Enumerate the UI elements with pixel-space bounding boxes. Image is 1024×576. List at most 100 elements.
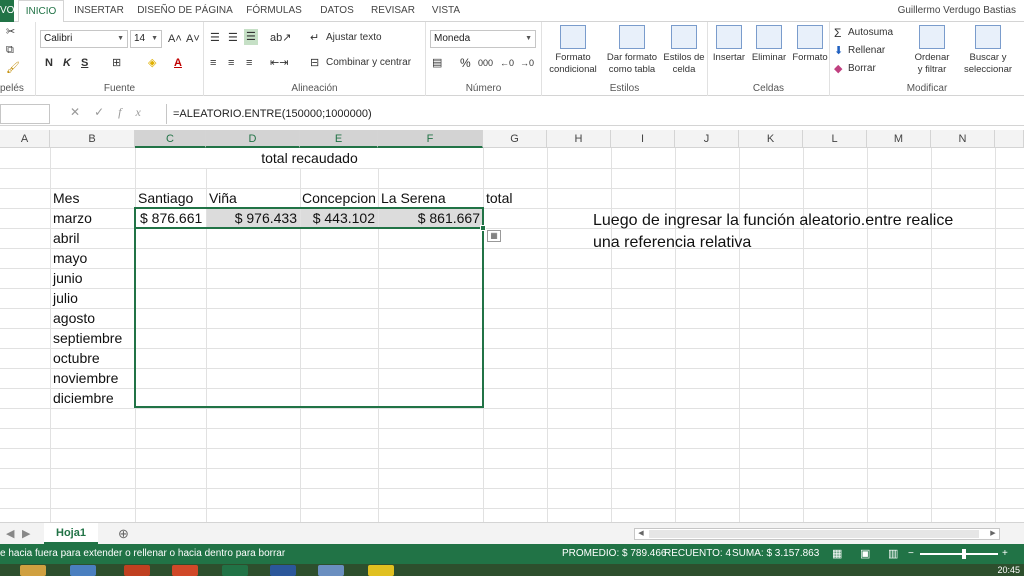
merge-center-icon[interactable]: ⊟ (310, 55, 319, 71)
tab-revisar[interactable]: REVISAR (368, 0, 418, 22)
month-cell[interactable]: noviembre (53, 368, 118, 388)
tab-insertar[interactable]: INSERTAR (70, 0, 128, 22)
format-painter-icon[interactable]: 🖌 (6, 60, 20, 76)
word-taskbar-icon[interactable] (270, 565, 296, 576)
header-vina[interactable]: Viña (209, 188, 237, 208)
cut-icon[interactable]: ✂ (6, 24, 15, 40)
wrap-text-icon[interactable]: ↵ (310, 30, 319, 46)
shrink-font-icon[interactable]: A˅ (186, 31, 200, 47)
format-button[interactable]: Formato (790, 25, 830, 64)
autosum-icon[interactable]: Σ (834, 25, 841, 41)
underline-button[interactable]: S (81, 55, 88, 71)
column-header-D[interactable]: D (206, 130, 300, 148)
excel-taskbar-icon[interactable] (222, 565, 248, 576)
fill-handle[interactable] (480, 225, 486, 231)
scroll-left-arrow-icon[interactable]: ◀ (635, 529, 647, 539)
powerpoint-taskbar-icon[interactable] (172, 565, 198, 576)
grow-font-icon[interactable]: A˄ (168, 31, 182, 47)
month-cell[interactable]: julio (53, 288, 78, 308)
app-taskbar-icon[interactable] (318, 565, 344, 576)
wrap-text-button[interactable]: Ajustar texto (326, 30, 382, 46)
find-select-button[interactable]: Buscar y seleccionar (958, 25, 1018, 76)
month-cell[interactable]: agosto (53, 308, 95, 328)
column-header-B[interactable]: B (50, 130, 135, 148)
column-header-G[interactable]: G (483, 130, 547, 148)
merge-center-button[interactable]: Combinar y centrar (326, 55, 411, 71)
note-line-2[interactable]: una referencia relativa (593, 232, 751, 254)
font-color-icon[interactable]: A (174, 55, 182, 71)
fill-icon[interactable]: ⬇ (834, 43, 843, 59)
borders-icon[interactable]: ⊞ (112, 55, 121, 71)
scroll-right-arrow-icon[interactable]: ▶ (987, 529, 999, 539)
column-header-H[interactable]: H (547, 130, 611, 148)
zoom-in-icon[interactable]: + (1002, 544, 1008, 564)
auto-fill-options-icon[interactable]: ▦ (487, 230, 501, 242)
name-box[interactable] (0, 104, 50, 124)
align-left-icon[interactable]: ≡ (210, 55, 216, 71)
column-header-F[interactable]: F (378, 130, 483, 148)
column-header-N[interactable]: N (931, 130, 995, 148)
column-header-I[interactable]: I (611, 130, 675, 148)
sheet-title[interactable]: total recaudado (206, 148, 413, 168)
delete-button[interactable]: Eliminar (748, 25, 790, 64)
autosum-button[interactable]: Autosuma (848, 25, 893, 41)
status-count[interactable]: RECUENTO: 4 (664, 544, 731, 564)
header-santiago[interactable]: Santiago (138, 188, 193, 208)
horizontal-scrollbar[interactable]: ◀ ▶ (634, 528, 1000, 540)
clear-icon[interactable]: ◆ (834, 61, 842, 77)
header-la-serena[interactable]: La Serena (381, 188, 446, 208)
month-cell[interactable]: septiembre (53, 328, 122, 348)
header-concepcion[interactable]: Concepcion (302, 188, 376, 208)
align-middle-icon[interactable]: ☰ (228, 30, 238, 46)
percent-button[interactable]: % (460, 55, 471, 71)
normal-view-icon[interactable]: ▦ (832, 544, 842, 564)
copy-icon[interactable]: ⧉ (6, 42, 14, 58)
scroll-sheets-left-icon[interactable]: ◀ (6, 526, 14, 542)
month-cell[interactable]: octubre (53, 348, 100, 368)
worksheet-grid[interactable]: A B C D E F G H I J K L M N total recaud… (0, 130, 1024, 522)
format-as-table-button[interactable]: Dar formato como tabla (602, 25, 662, 76)
font-size-select[interactable]: 14 ▼ (130, 30, 162, 48)
align-bottom-icon[interactable]: ☰ (244, 29, 258, 45)
column-header-L[interactable]: L (803, 130, 867, 148)
browser-taskbar-icon[interactable] (70, 565, 96, 576)
note-line-1[interactable]: Luego de ingresar la función aleatorio.e… (593, 210, 953, 232)
header-total[interactable]: total (486, 188, 512, 208)
fill-button[interactable]: Rellenar (848, 43, 885, 59)
sort-filter-button[interactable]: Ordenar y filtrar (906, 25, 958, 76)
status-average[interactable]: PROMEDIO: $ 789.466 (562, 544, 667, 564)
column-header-E[interactable]: E (300, 130, 378, 148)
formula-input[interactable]: =ALEATORIO.ENTRE(150000;1000000) (166, 104, 1024, 124)
increase-decimal-icon[interactable]: ←0 (500, 55, 514, 71)
zoom-slider-thumb[interactable] (962, 549, 966, 559)
align-top-icon[interactable]: ☰ (210, 30, 220, 46)
user-name[interactable]: Guillermo Verdugo Bastias (898, 0, 1016, 22)
tab-inicio[interactable]: INICIO (18, 0, 64, 23)
add-sheet-icon[interactable]: ⊕ (118, 526, 129, 542)
month-cell[interactable]: junio (53, 268, 83, 288)
status-sum[interactable]: SUMA: $ 3.157.863 (732, 544, 819, 564)
insert-function-icon[interactable]: fx (118, 105, 155, 119)
align-center-icon[interactable]: ≡ (228, 55, 234, 71)
clear-button[interactable]: Borrar (848, 61, 876, 77)
number-format-select[interactable]: Moneda ▼ (430, 30, 536, 48)
cell-styles-button[interactable]: Estilos de celda (662, 25, 706, 76)
bold-button[interactable]: N (45, 55, 53, 71)
header-mes[interactable]: Mes (53, 188, 79, 208)
tab-diseno-pagina[interactable]: DISEÑO DE PÁGINA (136, 0, 234, 22)
warning-taskbar-icon[interactable] (368, 565, 394, 576)
column-header-M[interactable]: M (867, 130, 931, 148)
tab-datos[interactable]: DATOS (314, 0, 360, 22)
clock[interactable]: 20:45 (997, 564, 1020, 576)
insert-button[interactable]: Insertar (710, 25, 748, 64)
italic-button[interactable]: K (63, 55, 71, 71)
indent-icon[interactable]: ⇤⇥ (270, 55, 288, 71)
zoom-out-icon[interactable]: − (908, 544, 914, 564)
conditional-format-button[interactable]: Formato condicional (544, 25, 602, 76)
fill-color-icon[interactable]: ◈ (148, 55, 156, 71)
cancel-icon[interactable]: ✕ (70, 105, 94, 119)
month-cell[interactable]: diciembre (53, 388, 114, 408)
orientation-icon[interactable]: ab↗ (270, 30, 291, 46)
page-layout-icon[interactable]: ▣ (860, 544, 870, 564)
tab-formulas[interactable]: FÓRMULAS (242, 0, 306, 22)
